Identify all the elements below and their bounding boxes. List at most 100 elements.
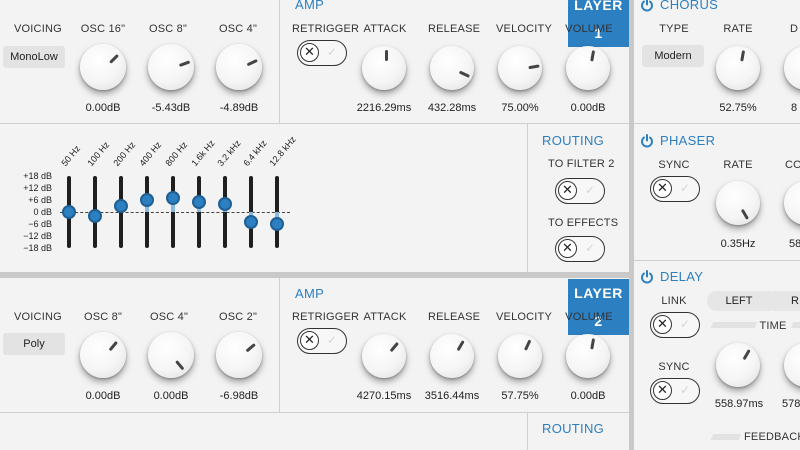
knob-indicator <box>109 53 119 64</box>
eq-band-label: 100 Hz <box>85 139 112 168</box>
divider <box>279 278 280 412</box>
phaser-rate-knob[interactable] <box>716 181 760 225</box>
eq-slider-track[interactable] <box>171 176 175 248</box>
osc-knob[interactable] <box>80 332 126 378</box>
attack-value: 2216.29ms <box>356 102 412 114</box>
eq-slider-thumb[interactable] <box>270 217 284 231</box>
chorus-type-select[interactable]: Modern <box>642 45 704 67</box>
voicing-select[interactable]: MonoLow <box>3 46 65 68</box>
osc-knob[interactable] <box>80 44 126 90</box>
eq-slider-thumb[interactable] <box>192 195 206 209</box>
routing-title: ROUTING <box>542 421 605 436</box>
velocity-knob[interactable] <box>498 334 542 378</box>
osc-label: OSC 16" <box>80 23 126 35</box>
chorus-rate-knob[interactable] <box>716 46 760 90</box>
eq-slider-track[interactable] <box>197 176 201 248</box>
toggle-off-icon: ✕ <box>558 181 577 200</box>
attack-knob[interactable] <box>362 46 406 90</box>
osc-value: 0.00dB <box>85 102 121 114</box>
eq-band-label: 6.4 kHz <box>241 138 269 168</box>
eq-slider-track[interactable] <box>223 176 227 248</box>
release-knob[interactable] <box>430 334 474 378</box>
delay-time-bar <box>790 322 800 328</box>
delay-time-right-knob[interactable] <box>784 343 800 387</box>
to-effects-label: TO EFFECTS <box>548 217 619 229</box>
volume-knob[interactable] <box>566 334 610 378</box>
attack-knob[interactable] <box>362 334 406 378</box>
knob-indicator <box>740 50 746 62</box>
knob-indicator <box>175 360 185 371</box>
knob-indicator <box>740 208 749 220</box>
eq-band-label: 400 Hz <box>137 139 164 168</box>
release-value: 432.28ms <box>427 102 477 114</box>
eq-slider-thumb[interactable] <box>114 199 128 213</box>
knob-indicator <box>178 60 191 67</box>
amp-knob-label: ATTACK <box>363 23 407 35</box>
power-icon[interactable] <box>640 0 654 12</box>
delay-right-tab[interactable]: R <box>771 291 800 311</box>
delay-time-knob[interactable] <box>716 343 760 387</box>
delay-left-tab[interactable]: LEFT <box>707 291 771 311</box>
eq-band-label: 200 Hz <box>111 139 138 168</box>
chorus-partial-label: D <box>790 23 799 35</box>
chorus-rate-value: 52.75% <box>719 102 757 114</box>
eq-slider-thumb[interactable] <box>62 205 76 219</box>
eq-slider-thumb[interactable] <box>140 193 154 207</box>
voicing-select[interactable]: Poly <box>3 333 65 355</box>
velocity-knob[interactable] <box>498 46 542 90</box>
eq-band-label: 800 Hz <box>163 139 190 168</box>
delay-sync-toggle[interactable]: ✕ ✓ <box>650 378 700 404</box>
toggle-off-icon: ✕ <box>653 179 672 198</box>
velocity-value: 75.00% <box>501 102 539 114</box>
osc-knob[interactable] <box>216 332 262 378</box>
phaser-rate-value: 0.35Hz <box>720 238 756 250</box>
divider <box>634 260 800 261</box>
power-icon[interactable] <box>640 270 654 284</box>
eq-band-label: 1.6k Hz <box>189 138 217 168</box>
osc-label: OSC 4" <box>218 23 258 35</box>
chorus-partial-value: 8 <box>791 102 798 114</box>
to-filter-toggle[interactable]: ✕ ✓ <box>555 178 605 204</box>
to-effects-toggle[interactable]: ✕ ✓ <box>555 236 605 262</box>
layer-2-badge[interactable]: LAYER 2 <box>568 279 629 335</box>
volume-knob[interactable] <box>566 46 610 90</box>
retrigger-toggle[interactable]: ✕ ✓ <box>297 40 347 66</box>
eq-slider-track[interactable] <box>145 176 149 248</box>
phaser-sync-toggle[interactable]: ✕ ✓ <box>650 176 700 202</box>
delay-time-label: TIME <box>759 320 787 332</box>
eq-slider-thumb[interactable] <box>88 209 102 223</box>
amp-knob-label: VOLUME <box>565 311 613 323</box>
delay-sync-label: SYNC <box>658 361 690 373</box>
osc-knob[interactable] <box>148 44 194 90</box>
eq-slider-thumb[interactable] <box>244 215 258 229</box>
osc-knob[interactable] <box>216 44 262 90</box>
osc-label: OSC 2" <box>218 311 258 323</box>
power-icon[interactable] <box>640 134 654 148</box>
osc-knob[interactable] <box>148 332 194 378</box>
delay-time-value: 558.97ms <box>714 398 764 410</box>
eq-slider-thumb[interactable] <box>166 191 180 205</box>
knob-indicator <box>456 340 465 352</box>
phaser-partial-knob[interactable] <box>784 181 800 225</box>
graphic-eq: +18 dB +12 dB +6 dB 0 dB −6 dB −12 dB −18 dB 50… <box>0 124 526 272</box>
eq-db-label: −12 dB <box>23 231 52 241</box>
release-knob[interactable] <box>430 46 474 90</box>
delay-partial-value: 578 <box>782 398 800 410</box>
toggle-off-icon: ✕ <box>558 239 577 258</box>
velocity-value: 57.75% <box>501 390 539 402</box>
delay-link-toggle[interactable]: ✕ ✓ <box>650 312 700 338</box>
knob-indicator <box>246 58 258 67</box>
to-filter-label: TO FILTER 2 <box>548 158 615 170</box>
osc-value: -4.89dB <box>219 102 259 114</box>
toggle-check-icon: ✓ <box>326 45 337 59</box>
retrigger-toggle[interactable]: ✕ ✓ <box>297 328 347 354</box>
amp-title: AMP <box>295 286 325 301</box>
divider <box>634 123 800 124</box>
amp-knob-label: RELEASE <box>428 23 481 35</box>
chorus-title: CHORUS <box>660 0 719 12</box>
eq-db-label: 0 dB <box>33 207 52 217</box>
chorus-partial-knob[interactable] <box>784 46 800 90</box>
osc-label: OSC 8" <box>148 23 188 35</box>
knob-indicator <box>524 339 532 351</box>
eq-slider-thumb[interactable] <box>218 197 232 211</box>
